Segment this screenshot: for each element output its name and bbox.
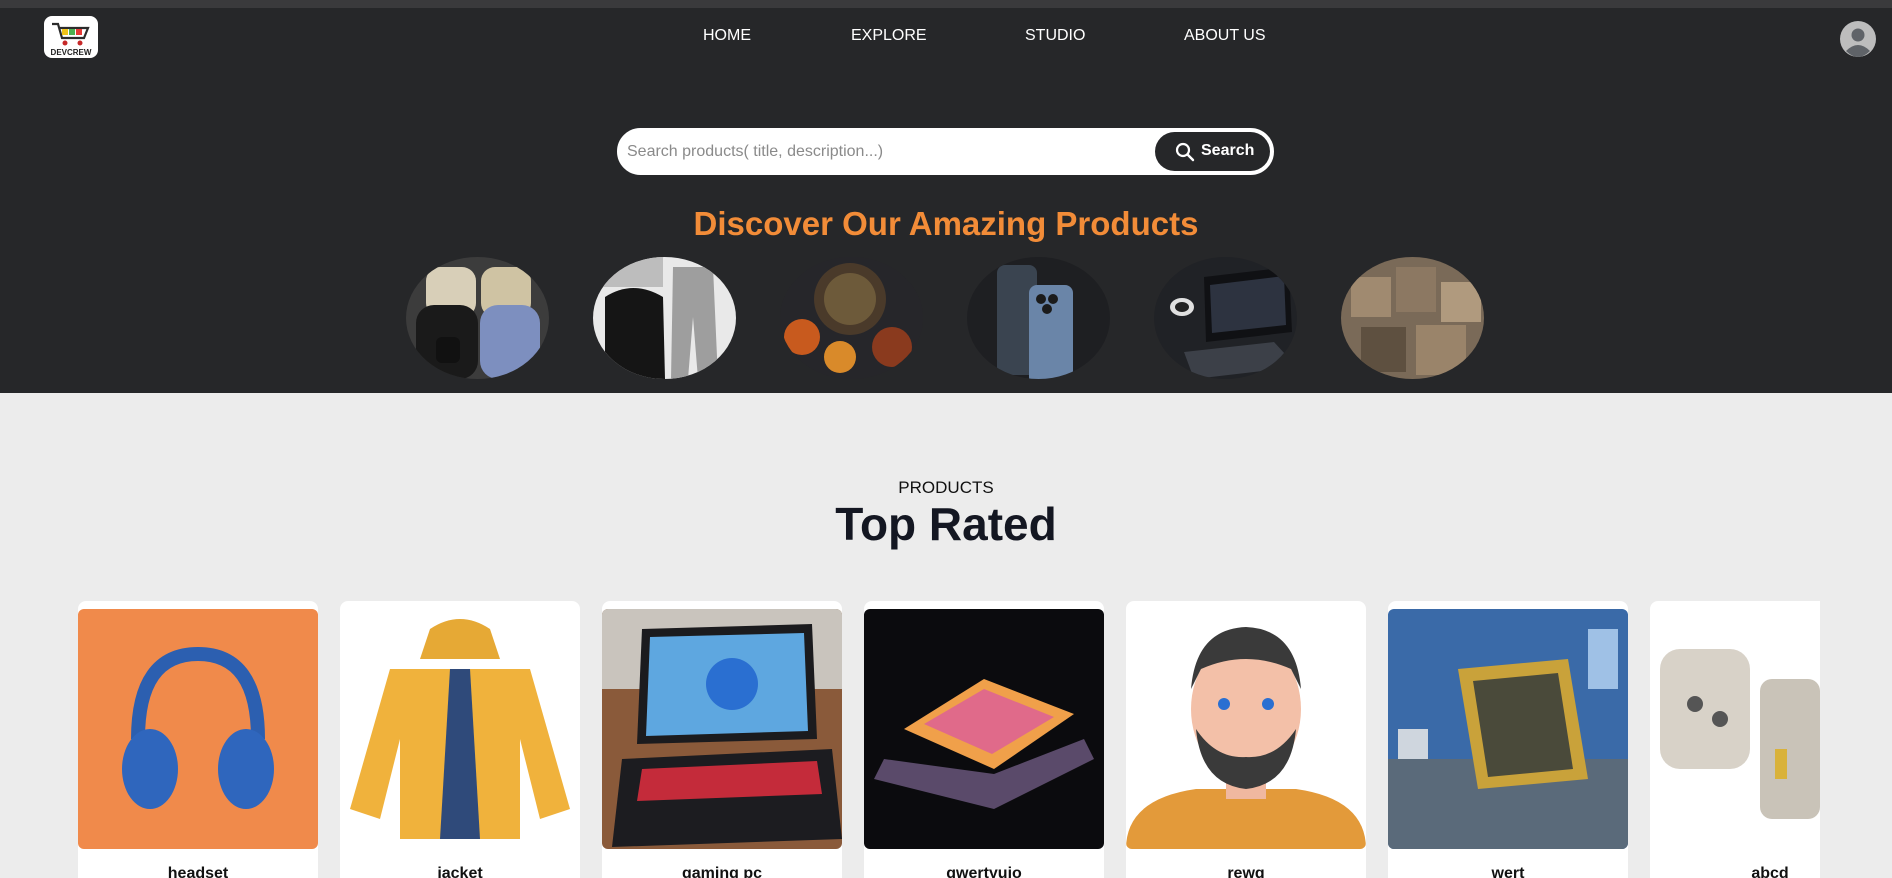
jacket-image: [593, 257, 736, 379]
product-card[interactable]: headset: [78, 601, 318, 878]
product-title: jacket: [437, 865, 483, 878]
nav-explore[interactable]: EXPLORE: [851, 27, 927, 45]
products-section-label: PRODUCTS: [898, 478, 994, 497]
product-card[interactable]: abcd: [1650, 601, 1820, 878]
search-bar: Search: [617, 128, 1274, 175]
product-card[interactable]: jacket: [340, 601, 580, 878]
product-title: abcd: [1751, 865, 1789, 878]
product-carousel: headset jacket gaming pc qwertyuio rewq …: [78, 601, 1820, 878]
headset-image: [78, 609, 318, 849]
nav-studio[interactable]: STUDIO: [1025, 27, 1085, 45]
category-phones[interactable]: [967, 257, 1110, 379]
main-nav: HOME EXPLORE STUDIO ABOUT US: [0, 27, 1892, 47]
nav-about-us[interactable]: ABOUT US: [1184, 27, 1266, 45]
jacket-image: [340, 609, 580, 849]
search-button-label: Search: [1201, 142, 1255, 159]
phones-image: [967, 257, 1110, 379]
products-section-title: Top Rated: [835, 498, 1057, 550]
category-food[interactable]: [780, 257, 923, 379]
product-card[interactable]: qwertyuio: [864, 601, 1104, 878]
product-title: rewq: [1227, 865, 1265, 878]
cpu-socket-image: [1388, 609, 1628, 849]
product-card[interactable]: wert: [1388, 601, 1628, 878]
adapter-image: [1650, 609, 1820, 849]
gaming-laptop-image: [602, 609, 842, 849]
category-warehouse[interactable]: [1341, 257, 1484, 379]
food-image: [780, 257, 923, 379]
hero-headline: Discover Our Amazing Products: [693, 205, 1199, 242]
category-computers[interactable]: [1154, 257, 1297, 379]
product-title: wert: [1491, 865, 1525, 878]
avatar-image: [1126, 609, 1366, 849]
brand-logo-text: DEVCREW: [50, 48, 92, 57]
laptop-image: [1154, 257, 1297, 379]
user-avatar-icon[interactable]: [1840, 21, 1876, 57]
hero-section: [0, 8, 1892, 393]
boxes-image: [1341, 257, 1484, 379]
search-button[interactable]: Search: [1155, 132, 1270, 171]
product-card[interactable]: rewq: [1126, 601, 1366, 878]
category-clothing[interactable]: [593, 257, 736, 379]
product-title: gaming pc: [681, 865, 762, 878]
product-card[interactable]: gaming pc: [602, 601, 842, 878]
search-icon: [1175, 142, 1195, 162]
product-title: qwertyuio: [946, 865, 1022, 878]
category-backpacks[interactable]: [406, 257, 549, 379]
browser-top-strip: [0, 0, 1892, 8]
search-input[interactable]: [627, 130, 1157, 173]
product-title: headset: [167, 865, 229, 878]
backpacks-image: [406, 257, 549, 379]
nav-home[interactable]: HOME: [703, 27, 751, 45]
laptop-image: [864, 609, 1104, 849]
